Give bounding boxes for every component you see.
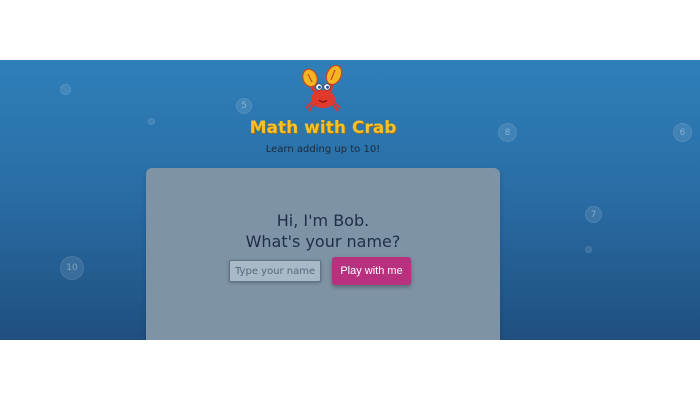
bubble-number: 7 [585,206,602,223]
bubble [60,84,71,95]
bubble-number: 5 [236,98,252,114]
name-input[interactable] [229,260,321,282]
game-stage: 5 8 6 7 10 Math with Crab Learn adding u… [0,60,700,340]
crab-icon [302,64,343,112]
bubble [585,246,592,253]
game-title: Math with Crab [249,118,397,138]
play-button[interactable]: Play with me [332,257,411,285]
greeting-text: Hi, I'm Bob. What's your name? [146,210,500,252]
bubble-number: 10 [60,256,84,280]
greeting-line-2: What's your name? [245,232,401,251]
game-subtitle: Learn adding up to 10! [265,144,381,155]
intro-card: Hi, I'm Bob. What's your name? Play with… [146,168,500,340]
bubble-number: 6 [673,123,692,142]
greeting-line-1: Hi, I'm Bob. [276,211,370,230]
